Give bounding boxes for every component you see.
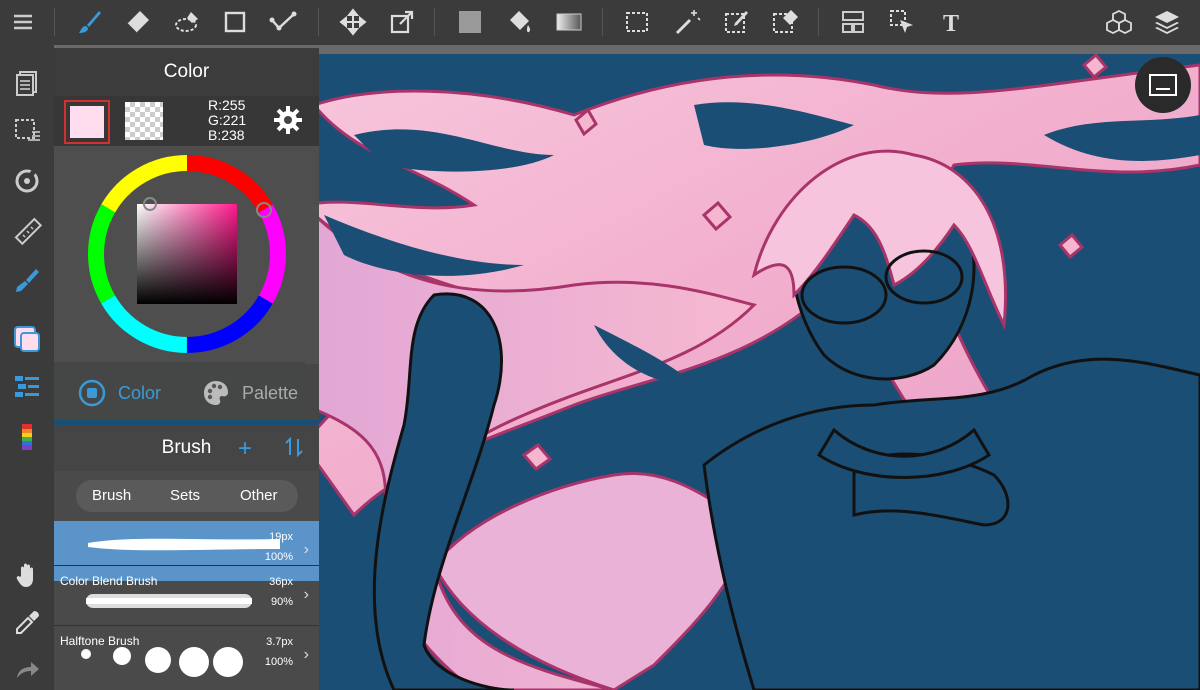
segment-other[interactable]: Other	[240, 487, 278, 504]
color-wheel[interactable]	[54, 146, 319, 362]
brush-category-segments: Brush Sets Other	[76, 480, 298, 512]
layers-icon[interactable]	[1150, 6, 1184, 38]
redo-icon[interactable]	[9, 653, 45, 689]
shape-icon[interactable]	[218, 6, 252, 38]
add-brush-icon[interactable]: +	[238, 435, 252, 463]
brush-stroke-preview	[86, 594, 252, 608]
move-icon[interactable]	[336, 6, 370, 38]
rgb-g: G:221	[208, 112, 247, 128]
rgb-readout: R:255 G:221 B:238	[208, 98, 246, 143]
gradient-icon[interactable]	[552, 6, 586, 38]
brush-icon[interactable]	[73, 6, 107, 38]
rotate-canvas-icon[interactable]	[9, 163, 45, 199]
rgb-r: R:255	[208, 97, 246, 113]
color-tabs: Color Palette	[54, 364, 319, 420]
brush-opacity-value: 90%	[270, 596, 293, 608]
pen-guide-icon[interactable]	[266, 6, 300, 38]
swatch-row: R:255 G:221 B:238	[54, 96, 319, 146]
magic-wand-icon[interactable]	[670, 6, 704, 38]
brush-size-value: 36px	[269, 576, 293, 588]
color-panel-title: Color	[54, 48, 319, 96]
svg-text:T: T	[943, 11, 959, 36]
background-color-swatch[interactable]	[125, 102, 163, 140]
fill-color-icon[interactable]	[453, 6, 487, 38]
top-toolbar: T	[0, 0, 1200, 45]
color-panel: Color R:255 G:221 B:238 Color Palette	[54, 48, 319, 420]
brush-stroke-preview	[81, 647, 243, 677]
select-icon[interactable]	[620, 6, 654, 38]
select-pen-icon[interactable]	[719, 6, 753, 38]
layer-select-icon[interactable]	[836, 6, 870, 38]
toggle-fullscreen-button[interactable]	[1135, 57, 1191, 113]
material-icon[interactable]	[9, 419, 45, 455]
layer-list-icon[interactable]	[9, 369, 45, 405]
brush-settings-icon[interactable]	[9, 263, 45, 299]
brush-size: 19px 100%	[265, 527, 293, 567]
brush-item[interactable]: Color Blend Brush 36px 90% ›	[54, 565, 319, 625]
sort-icon[interactable]	[284, 435, 304, 459]
brush-size-value: 3.7px	[266, 636, 293, 648]
chevron-right-icon: ›	[303, 586, 309, 603]
selection-layer-icon[interactable]	[9, 113, 45, 149]
segment-brush[interactable]: Brush	[92, 487, 131, 504]
chevron-right-icon: ›	[303, 646, 309, 663]
select-eraser-icon[interactable]	[768, 6, 802, 38]
object-select-icon[interactable]	[885, 6, 919, 38]
gear-icon[interactable]	[272, 104, 304, 136]
eyedropper-icon[interactable]	[9, 605, 45, 641]
document-icon[interactable]	[9, 65, 45, 101]
text-icon[interactable]: T	[934, 6, 968, 38]
menu-icon[interactable]	[6, 6, 40, 38]
ruler-icon[interactable]	[9, 213, 45, 249]
color-circle-icon	[78, 379, 106, 407]
bucket-icon[interactable]	[503, 6, 537, 38]
chevron-right-icon: ›	[303, 541, 309, 558]
brush-panel-title: Brush	[161, 437, 212, 458]
segment-sets[interactable]: Sets	[170, 487, 200, 504]
brush-opacity-value: 100%	[264, 656, 293, 668]
brush-item[interactable]: Halftone Brush 3.7px 100% ›	[54, 625, 319, 685]
tab-color-label: Color	[118, 382, 162, 403]
brush-size: 36px 90%	[269, 572, 293, 612]
eraser-icon[interactable]	[120, 6, 154, 38]
tab-palette[interactable]: Palette	[202, 378, 298, 408]
color-wheel-area	[54, 146, 319, 362]
brush-size: 3.7px 100%	[265, 632, 293, 672]
left-rail	[0, 45, 54, 690]
brush-panel: Brush + Brush Sets Other 19px 100% › Colo…	[54, 425, 319, 690]
color-panel-icon[interactable]	[9, 321, 45, 357]
transform-icon[interactable]	[385, 6, 419, 38]
3d-material-icon[interactable]	[1102, 6, 1136, 38]
brush-stroke-preview	[88, 538, 280, 551]
brush-panel-header: Brush +	[54, 425, 319, 471]
palette-icon	[204, 381, 228, 405]
tab-palette-label: Palette	[242, 382, 299, 403]
rgb-b: B:238	[208, 127, 245, 143]
hand-icon[interactable]	[9, 557, 45, 593]
brush-opacity-value: 100%	[264, 551, 293, 563]
blur-icon[interactable]	[170, 6, 204, 38]
foreground-color-swatch[interactable]	[64, 100, 110, 144]
brush-name: Color Blend Brush	[60, 574, 158, 588]
tab-color[interactable]: Color	[78, 378, 161, 408]
brush-size-value: 19px	[269, 531, 293, 543]
